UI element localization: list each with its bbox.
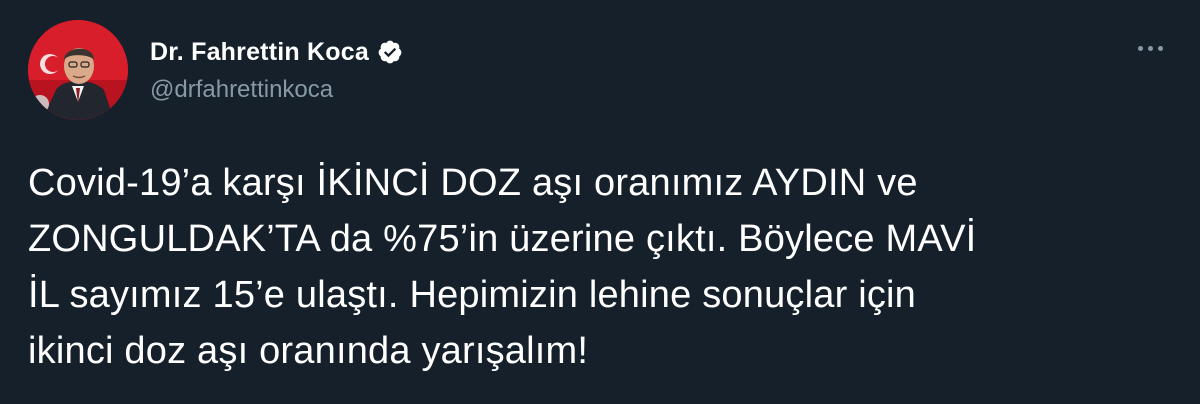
author-handle[interactable]: @drfahrettinkoca (150, 76, 403, 104)
avatar-photo-icon (28, 20, 128, 120)
more-options-icon-dot (1147, 45, 1153, 51)
tweet-text-line: Covid-19’a karşı İKİNCİ DOZ aşı oranımız… (28, 162, 918, 204)
verified-badge-icon (377, 39, 403, 65)
more-options-icon-dot (1157, 45, 1163, 51)
tweet-text-line: ikinci doz aşı oranında yarışalım! (28, 330, 589, 372)
more-options-button[interactable] (1128, 34, 1172, 62)
author-info: Dr. Fahrettin Koca @drfahrettinkoca (150, 34, 403, 104)
display-name-row: Dr. Fahrettin Koca (150, 34, 403, 70)
tweet-header: Dr. Fahrettin Koca @drfahrettinkoca (28, 20, 1172, 120)
tweet-text: Covid-19’a karşı İKİNCİ DOZ aşı oranımız… (28, 155, 1178, 379)
avatar[interactable] (28, 20, 128, 120)
tweet-text-line: İL sayımız 15’e ulaştı. Hepimizin lehine… (28, 274, 917, 316)
tweet-card: Dr. Fahrettin Koca @drfahrettinkoca Covi… (0, 0, 1200, 404)
tweet-text-line: ZONGULDAK’TA da %75’in üzerine çıktı. Bö… (28, 218, 977, 260)
display-name[interactable]: Dr. Fahrettin Koca (150, 38, 369, 67)
more-options-icon (1137, 45, 1143, 51)
